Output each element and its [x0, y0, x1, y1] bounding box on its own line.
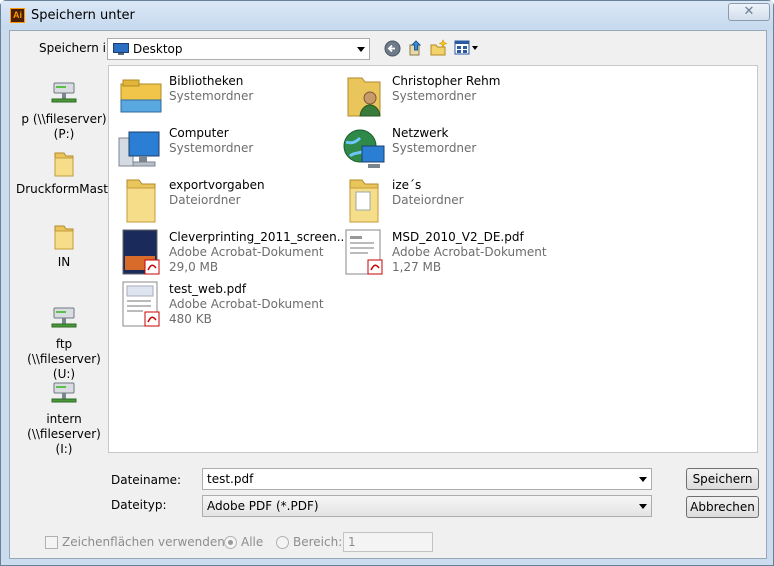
- place-ftp-drive[interactable]: ftp (\\fileserver) (U:): [18, 304, 110, 382]
- list-item[interactable]: test_web.pdf Adobe Acrobat-Dokument 480 …: [117, 280, 337, 330]
- list-item[interactable]: ize´s Dateiordner: [340, 176, 550, 226]
- file-type: Systemordner: [169, 89, 254, 103]
- range-input[interactable]: 1: [343, 532, 433, 552]
- network-icon: [343, 129, 385, 168]
- list-item[interactable]: MSD_2010_V2_DE.pdf Adobe Acrobat-Dokumen…: [340, 228, 560, 278]
- list-item[interactable]: Computer Systemordner: [117, 124, 327, 174]
- file-name: Bibliotheken: [169, 74, 244, 88]
- all-radio[interactable]: [224, 536, 237, 549]
- save-in-value: Desktop: [133, 42, 183, 56]
- pdf-thumbnail-icon: [345, 229, 383, 275]
- close-button[interactable]: ✕: [728, 3, 770, 21]
- file-size: 1,27 MB: [392, 260, 442, 274]
- save-as-dialog: Ai Speichern unter ✕ Speichern in: Deskt…: [0, 0, 774, 566]
- place-in[interactable]: IN: [18, 222, 110, 270]
- save-in-dropdown[interactable]: Desktop: [107, 38, 370, 60]
- range-label: Bereich:: [293, 535, 343, 549]
- all-label: Alle: [241, 535, 264, 549]
- cancel-button[interactable]: Abbrechen: [686, 496, 759, 518]
- place-label: IN: [57, 255, 71, 269]
- artboards-checkbox[interactable]: [45, 536, 58, 549]
- list-item[interactable]: Cleverprinting_2011_screen.... Adobe Acr…: [117, 228, 352, 278]
- network-drive-icon: [51, 82, 77, 103]
- illustrator-app-icon: Ai: [10, 8, 25, 23]
- file-type: Adobe Acrobat-Dokument: [169, 245, 324, 259]
- network-drive-icon: [51, 307, 77, 328]
- file-type: Dateiordner: [392, 193, 464, 207]
- file-name: Christopher Rehm: [392, 74, 501, 88]
- list-item[interactable]: Christopher Rehm Systemordner: [340, 72, 550, 122]
- network-drive-icon: [51, 382, 77, 403]
- dialog-body: Speichern in: Desktop p (\\fileserver) (…: [9, 30, 767, 559]
- view-menu-icon[interactable]: [454, 40, 480, 56]
- file-type: Systemordner: [392, 141, 477, 155]
- save-button[interactable]: Speichern: [686, 468, 759, 490]
- title-bar: Ai Speichern unter ✕: [1, 1, 773, 29]
- list-item[interactable]: Netzwerk Systemordner: [340, 124, 550, 174]
- file-name: Netzwerk: [392, 126, 449, 140]
- dropdown-arrow-icon: [357, 47, 365, 52]
- file-size: 29,0 MB: [169, 260, 219, 274]
- filetype-value: Adobe PDF (*.PDF): [207, 499, 319, 513]
- folder-icon: [54, 152, 74, 177]
- dropdown-arrow-icon: [639, 477, 647, 482]
- filetype-dropdown[interactable]: Adobe PDF (*.PDF): [202, 495, 652, 517]
- file-type: Dateiordner: [169, 193, 241, 207]
- filename-input[interactable]: test.pdf: [202, 468, 652, 490]
- file-name: test_web.pdf: [169, 282, 247, 296]
- up-folder-icon[interactable]: [407, 39, 424, 57]
- place-label: intern (\\fileserver) (I:): [27, 412, 101, 456]
- folder-icon: [54, 225, 74, 250]
- artboards-label: Zeichenflächen verwenden: [62, 535, 225, 549]
- filename-value: test.pdf: [207, 472, 254, 486]
- pdf-thumbnail-icon: [122, 281, 160, 327]
- file-list: Bibliotheken Systemordner Christopher Re…: [108, 65, 758, 453]
- dropdown-arrow-icon: [639, 504, 647, 509]
- file-name: Cleverprinting_2011_screen....: [169, 230, 352, 244]
- file-size: 480 KB: [169, 312, 212, 326]
- place-label: DruckformMaster: [16, 182, 121, 196]
- file-name: ize´s: [392, 178, 422, 192]
- user-folder-icon: [347, 77, 381, 117]
- folder-icon: [349, 179, 379, 223]
- place-label: p (\\fileserver) (P:): [21, 112, 107, 141]
- filename-label: Dateiname:: [111, 473, 182, 487]
- file-name: Computer: [169, 126, 229, 140]
- save-in-label: Speichern in:: [39, 41, 118, 55]
- file-type: Adobe Acrobat-Dokument: [169, 297, 324, 311]
- libraries-icon: [120, 79, 162, 113]
- filetype-label: Dateityp:: [111, 498, 167, 512]
- places-bar: p (\\fileserver) (P:) DruckformMaster IN…: [16, 65, 120, 457]
- file-type: Systemordner: [392, 89, 477, 103]
- list-item[interactable]: Bibliotheken Systemordner: [117, 72, 327, 122]
- back-icon[interactable]: [384, 40, 401, 57]
- place-druckformmaster[interactable]: DruckformMaster: [16, 149, 120, 197]
- computer-icon: [118, 131, 160, 167]
- file-type: Adobe Acrobat-Dokument: [392, 245, 547, 259]
- desktop-icon: [113, 43, 129, 55]
- pdf-thumbnail-icon: [122, 229, 160, 275]
- place-p-drive[interactable]: p (\\fileserver) (P:): [18, 79, 110, 142]
- dialog-title: Speichern unter: [31, 8, 135, 23]
- new-folder-icon[interactable]: [430, 39, 448, 57]
- place-label: ftp (\\fileserver) (U:): [27, 337, 101, 381]
- file-name: MSD_2010_V2_DE.pdf: [392, 230, 524, 244]
- place-intern-drive[interactable]: intern (\\fileserver) (I:): [18, 379, 110, 457]
- range-radio[interactable]: [276, 536, 289, 549]
- file-type: Systemordner: [169, 141, 254, 155]
- folder-icon: [126, 179, 156, 223]
- list-item[interactable]: exportvorgaben Dateiordner: [117, 176, 327, 226]
- file-name: exportvorgaben: [169, 178, 265, 192]
